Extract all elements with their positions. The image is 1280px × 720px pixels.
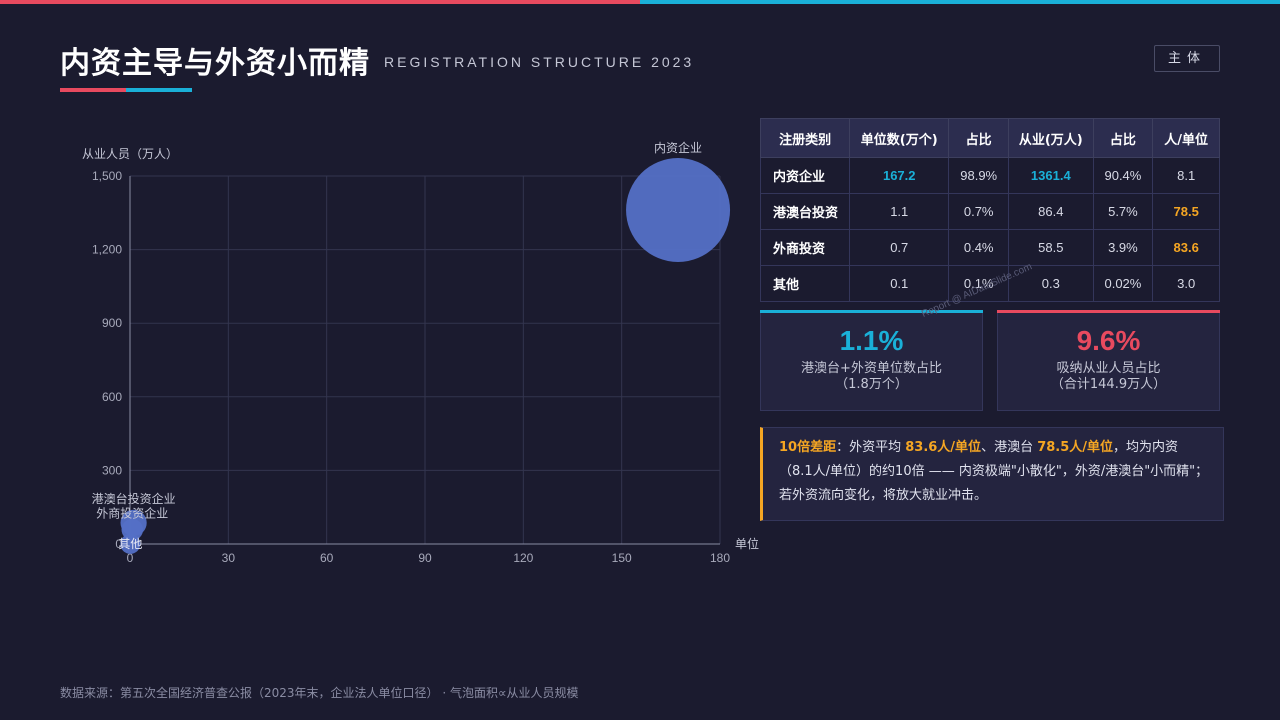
source-footnote: 数据来源：第五次全国经济普查公报（2023年末，企业法人单位口径） · 气泡面积…	[60, 686, 579, 700]
stat-value: 1.1%	[839, 325, 904, 356]
bubble-label: 其他	[118, 537, 142, 551]
page-title: 内资主导与外资小而精	[60, 46, 370, 81]
bubble-label: 内资企业	[654, 140, 702, 155]
x-tick-label: 180	[710, 551, 730, 565]
table-row: 内资企业 167.2 98.9% 1361.4 90.4% 8.1	[759, 157, 1220, 194]
table-cell: 58.5	[1008, 229, 1094, 266]
page-subtitle: REGISTRATION STRUCTURE 2023	[384, 54, 695, 70]
topic-tag-button[interactable]: 主体	[1154, 45, 1220, 72]
table-cell: 0.4%	[948, 229, 1010, 266]
table-cell: 83.6	[1152, 229, 1220, 266]
chart-labels: 内资企业港澳台投资企业外商投资企业其他	[92, 140, 702, 551]
table-cell: 0.7%	[948, 193, 1010, 230]
y-tick-label: 1,500	[92, 169, 122, 183]
table-cell: 其他	[759, 265, 851, 302]
table-cell: 0.1	[849, 265, 950, 302]
x-tick-label: 30	[222, 551, 236, 565]
col-header: 占比	[1092, 118, 1154, 158]
table-row: 港澳台投资 1.1 0.7% 86.4 5.7% 78.5	[759, 193, 1220, 230]
insight-note: 10倍差距：外资平均 83.6人/单位、港澳台 78.5人/单位，均为内资（8.…	[760, 427, 1224, 521]
table-cell: 内资企业	[759, 157, 851, 194]
col-header: 单位数(万个)	[849, 118, 950, 158]
table-cell: 0.7	[849, 229, 950, 266]
col-header: 占比	[948, 118, 1010, 158]
title-underline	[60, 88, 192, 92]
stat-label: 港澳台+外资单位数占比	[801, 361, 942, 376]
bubble-label: 外商投资企业	[96, 506, 168, 521]
stat-sublabel: （1.8万个）	[835, 377, 908, 392]
y-tick-label: 300	[102, 463, 122, 477]
table-cell: 78.5	[1152, 193, 1220, 230]
col-header: 注册类别	[759, 118, 851, 158]
bubble-chart: 0 30 60 90 120 150 18003006009001,2001,500 内资企…	[82, 140, 759, 565]
y-tick-label: 900	[102, 316, 122, 330]
x-axis-label: 单位	[735, 536, 759, 551]
top-accent-bar	[0, 0, 1280, 4]
stat-card-foreign-units: 1.1% 港澳台+外资单位数占比 （1.8万个）	[760, 310, 983, 411]
registration-table: 注册类别 单位数(万个) 占比 从业(万人) 占比 人/单位 内资企业 167.…	[759, 118, 1220, 302]
table-cell: 90.4%	[1092, 157, 1154, 194]
y-tick-label: 1,200	[92, 243, 122, 257]
table-header-row: 注册类别 单位数(万个) 占比 从业(万人) 占比 人/单位	[759, 118, 1220, 158]
x-tick-label: 60	[320, 551, 334, 565]
table-cell: 3.9%	[1092, 229, 1154, 266]
table-cell: 167.2	[849, 157, 950, 194]
stat-label: 吸纳从业人员占比	[1056, 361, 1161, 376]
col-header: 人/单位	[1152, 118, 1220, 158]
table-cell: 98.9%	[948, 157, 1010, 194]
table-cell: 8.1	[1152, 157, 1220, 194]
stat-card-foreign-employment: 9.6% 吸纳从业人员占比 （合计144.9万人）	[997, 310, 1220, 411]
y-axis-label: 从业人员（万人）	[82, 147, 178, 161]
table-cell: 0.02%	[1092, 265, 1154, 302]
x-tick-label: 120	[513, 551, 533, 565]
col-header: 从业(万人)	[1008, 118, 1094, 158]
bubble	[626, 158, 731, 263]
y-tick-label: 600	[102, 390, 122, 404]
table-cell: 1.1	[849, 193, 950, 230]
stat-value: 9.6%	[1076, 325, 1141, 356]
table-cell: 3.0	[1152, 265, 1220, 302]
table-cell: 外商投资	[759, 229, 851, 266]
table-cell: 5.7%	[1092, 193, 1154, 230]
table-cell: 港澳台投资	[759, 193, 851, 230]
table-cell: 1361.4	[1008, 157, 1094, 194]
table-cell: 86.4	[1008, 193, 1094, 230]
x-tick-label: 150	[612, 551, 632, 565]
note-lead: 10倍差距	[779, 440, 837, 455]
bubble-label: 港澳台投资企业	[92, 491, 176, 506]
x-tick-label: 90	[418, 551, 432, 565]
table-row: 外商投资 0.7 0.4% 58.5 3.9% 83.6	[759, 229, 1220, 266]
stat-sublabel: （合计144.9万人）	[1050, 377, 1167, 392]
